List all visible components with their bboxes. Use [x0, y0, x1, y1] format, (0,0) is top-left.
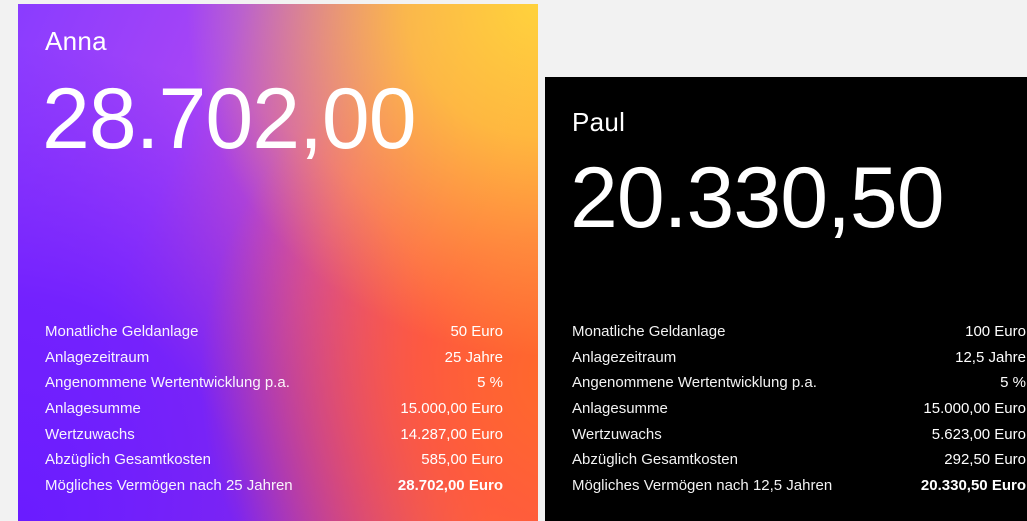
detail-row-possible-wealth: Mögliches Vermögen nach 25 Jahren 28.702…	[45, 476, 503, 502]
detail-value: 585,00 Euro	[421, 451, 503, 469]
detail-label: Anlagezeitraum	[572, 348, 677, 366]
detail-value: 5.623,00 Euro	[931, 425, 1026, 443]
detail-label: Abzüglich Gesamtkosten	[45, 451, 211, 469]
detail-value: 28.702,00 Euro	[397, 477, 503, 495]
detail-value: 12,5 Jahre	[955, 348, 1026, 366]
detail-row-possible-wealth: Mögliches Vermögen nach 12,5 Jahren 20.3…	[572, 476, 1026, 502]
detail-label: Anlagezeitraum	[45, 348, 150, 366]
detail-label: Wertzuwachs	[45, 425, 135, 443]
detail-row-assumed-performance: Angenommene Wertentwicklung p.a. 5 %	[572, 373, 1026, 399]
details-list: Monatliche Geldanlage 50 Euro Anlagezeit…	[45, 322, 503, 502]
detail-row-investment-sum: Anlagesumme 15.000,00 Euro	[45, 399, 503, 425]
detail-label: Angenommene Wertentwicklung p.a.	[45, 374, 290, 392]
detail-value: 5 %	[1000, 374, 1026, 392]
detail-label: Mögliches Vermögen nach 25 Jahren	[45, 477, 293, 495]
detail-value: 14.287,00 Euro	[400, 425, 503, 443]
anna-investment-card: Anna 28.702,00 Monatliche Geldanlage 50 …	[18, 4, 538, 521]
detail-label: Monatliche Geldanlage	[45, 323, 199, 340]
detail-row-investment-period: Anlagezeitraum 25 Jahre	[45, 348, 503, 374]
wealth-amount: 20.330,50	[570, 150, 945, 246]
detail-label: Abzüglich Gesamtkosten	[572, 451, 738, 469]
detail-row-assumed-performance: Angenommene Wertentwicklung p.a. 5 %	[45, 373, 503, 399]
detail-row-value-increase: Wertzuwachs 5.623,00 Euro	[572, 425, 1026, 451]
detail-value: 50 Euro	[450, 323, 503, 340]
detail-row-value-increase: Wertzuwachs 14.287,00 Euro	[45, 425, 503, 451]
detail-value: 292,50 Euro	[944, 451, 1026, 469]
wealth-amount: 28.702,00	[42, 71, 417, 167]
detail-row-total-costs: Abzüglich Gesamtkosten 292,50 Euro	[572, 450, 1026, 476]
detail-label: Anlagesumme	[572, 400, 668, 418]
detail-value: 20.330,50 Euro	[920, 477, 1026, 495]
detail-value: 100 Euro	[965, 323, 1026, 340]
detail-row-investment-sum: Anlagesumme 15.000,00 Euro	[572, 399, 1026, 425]
detail-value: 5 %	[477, 374, 503, 392]
detail-row-monthly-investment: Monatliche Geldanlage 100 Euro	[572, 322, 1026, 348]
detail-label: Angenommene Wertentwicklung p.a.	[572, 374, 817, 392]
paul-investment-card: Paul 20.330,50 Monatliche Geldanlage 100…	[545, 77, 1027, 521]
detail-label: Monatliche Geldanlage	[572, 323, 726, 340]
detail-row-total-costs: Abzüglich Gesamtkosten 585,00 Euro	[45, 450, 503, 476]
card-name: Paul	[572, 107, 626, 137]
details-list: Monatliche Geldanlage 100 Euro Anlagezei…	[572, 322, 1026, 502]
detail-label: Mögliches Vermögen nach 12,5 Jahren	[572, 477, 833, 495]
detail-value: 15.000,00 Euro	[400, 400, 503, 418]
detail-label: Wertzuwachs	[572, 425, 662, 443]
detail-value: 25 Jahre	[444, 348, 503, 366]
detail-row-monthly-investment: Monatliche Geldanlage 50 Euro	[45, 322, 503, 348]
card-name: Anna	[45, 26, 107, 56]
detail-value: 15.000,00 Euro	[923, 400, 1026, 418]
detail-label: Anlagesumme	[45, 400, 141, 418]
detail-row-investment-period: Anlagezeitraum 12,5 Jahre	[572, 348, 1026, 374]
